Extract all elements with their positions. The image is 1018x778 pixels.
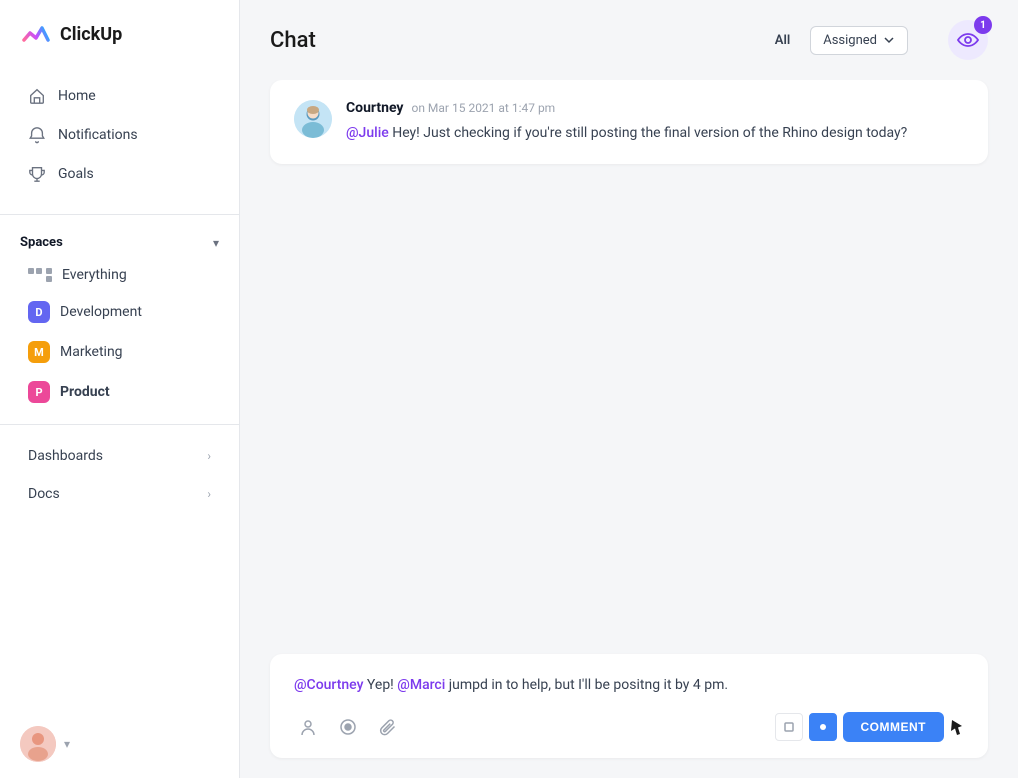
filter-tabs: All Assigned [767,26,908,55]
chat-header: Chat All Assigned 1 [240,0,1018,80]
section-docs-label: Docs [28,486,60,502]
notifications-eye-button[interactable]: 1 [948,20,988,60]
main-nav: Home Notifications Goals [0,68,239,202]
reply-toolbar: COMMENT [294,712,964,742]
user-icon [298,717,318,737]
nav-home[interactable]: Home [8,77,231,115]
nav-divider [0,214,239,215]
trophy-icon [28,165,46,183]
mini-blue-button[interactable] [809,713,837,741]
space-product[interactable]: P Product [8,373,231,411]
space-everything[interactable]: Everything [8,259,231,291]
reply-text-part2: jumpd in to help, but I'll be positng it… [445,677,728,693]
chevron-down-user-icon: ▾ [64,737,70,751]
spaces-title: Spaces [20,235,63,250]
message-meta: Courtney on Mar 15 2021 at 1:47 pm [346,100,964,116]
reply-box: @Courtney Yep! @Marci jumpd in to help, … [270,654,988,758]
user-avatar-svg [20,726,56,762]
home-icon [28,87,46,105]
nav-goals-label: Goals [58,166,94,182]
record-button[interactable] [334,713,362,741]
record-icon [338,717,358,737]
eye-icon [957,32,979,48]
chevron-down-icon: ▾ [213,236,219,250]
nav-notifications-label: Notifications [58,127,138,143]
paperclip-icon [378,717,398,737]
spaces-divider [0,424,239,425]
sidebar: ClickUp Home Notifications Goals [0,0,240,778]
user-footer[interactable]: ▾ [0,710,239,778]
message-author: Courtney [346,100,403,116]
reply-text: @Courtney Yep! @Marci jumpd in to help, … [294,674,964,696]
message-text: @Julie Hey! Just checking if you're stil… [346,122,964,144]
space-development-label: Development [60,304,142,320]
product-badge: P [28,381,50,403]
comment-button[interactable]: COMMENT [843,712,945,742]
user-mention-button[interactable] [294,713,322,741]
spaces-section-header[interactable]: Spaces ▾ [0,227,239,258]
filter-assigned-label: Assigned [823,33,877,48]
dots-icon [28,268,52,282]
space-marketing[interactable]: M Marketing [8,333,231,371]
filter-assigned-dropdown[interactable]: Assigned [810,26,908,55]
square-icon [784,722,794,732]
app-name: ClickUp [60,24,122,45]
marketing-badge: M [28,341,50,363]
chevron-down-filter-icon [883,34,895,46]
chat-messages-area: Courtney on Mar 15 2021 at 1:47 pm @Juli… [240,80,1018,654]
filter-all-tab[interactable]: All [767,29,798,52]
chevron-right-docs-icon: › [207,487,211,501]
blue-dot-icon [818,722,828,732]
nav-home-label: Home [58,88,96,104]
section-dashboards-label: Dashboards [28,448,103,464]
logo-area[interactable]: ClickUp [0,0,239,68]
mini-square-button[interactable] [775,713,803,741]
clickup-logo-icon [20,18,52,50]
cursor-icon [950,718,964,736]
mention-marci: @Marci [397,677,445,693]
message-avatar-courtney [294,100,332,138]
page-title: Chat [270,28,316,53]
avatar [20,726,56,762]
space-product-label: Product [60,384,110,400]
mention-julie: @Julie [346,125,389,141]
toolbar-right-actions: COMMENT [775,712,965,742]
reply-text-part1: Yep! [363,677,397,693]
message-timestamp: on Mar 15 2021 at 1:47 pm [411,101,555,115]
space-marketing-label: Marketing [60,344,123,360]
attach-button[interactable] [374,713,402,741]
space-everything-label: Everything [62,267,127,283]
message-body-text: Hey! Just checking if you're still posti… [389,125,908,141]
main-content: Chat All Assigned 1 [240,0,1018,778]
chevron-right-dashboards-icon: › [207,449,211,463]
eye-badge-count: 1 [974,16,992,34]
space-development[interactable]: D Development [8,293,231,331]
message-body: Courtney on Mar 15 2021 at 1:47 pm @Juli… [346,100,964,144]
courtney-avatar-svg [294,100,332,138]
mention-courtney: @Courtney [294,677,363,693]
chat-message: Courtney on Mar 15 2021 at 1:47 pm @Juli… [270,80,988,164]
section-docs[interactable]: Docs › [8,476,231,512]
section-dashboards[interactable]: Dashboards › [8,438,231,474]
development-badge: D [28,301,50,323]
nav-goals[interactable]: Goals [8,155,231,193]
bell-icon [28,126,46,144]
nav-notifications[interactable]: Notifications [8,116,231,154]
